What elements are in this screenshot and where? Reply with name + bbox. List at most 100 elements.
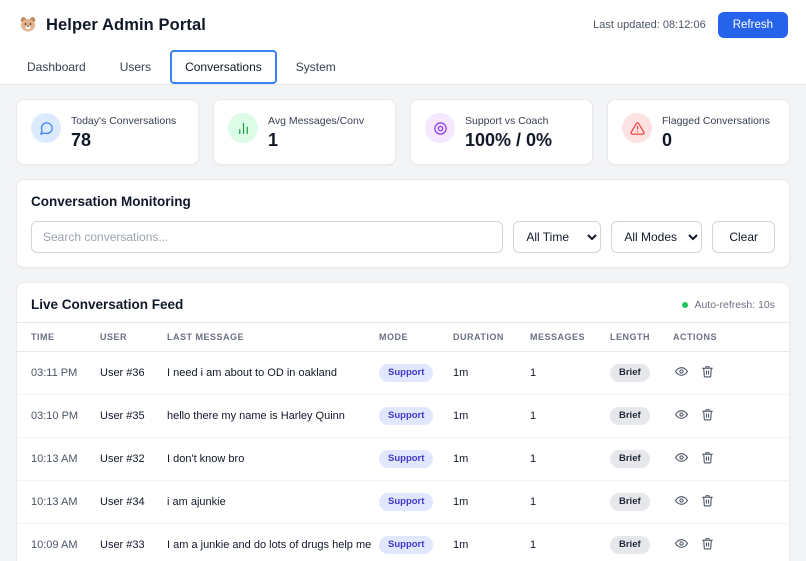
mode-badge: Support [379,364,433,382]
column-header-mode: MODE [371,323,445,352]
delete-conversation-button[interactable] [699,449,716,469]
conversation-monitoring-panel: Conversation Monitoring All Time All Mod… [16,179,790,268]
row-duration: 1m [445,524,522,561]
delete-conversation-button[interactable] [699,363,716,383]
table-header-row: TIME USER LAST MESSAGE MODE DURATION MES… [17,323,789,352]
row-time: 10:13 AM [17,438,92,481]
row-last-message: hello there my name is Harley Quinn [159,395,371,438]
column-header-user: USER [92,323,159,352]
mode-badge: Support [379,536,433,554]
top-bar: Helper Admin Portal Last updated: 08:12:… [0,0,806,48]
main-content: Today's Conversations 78 Avg Messages/Co… [0,85,806,561]
feed-table-body: 03:11 PMUser #36I need i am about to OD … [17,352,789,561]
row-duration: 1m [445,395,522,438]
view-conversation-button[interactable] [673,449,690,469]
length-badge: Brief [610,450,650,468]
view-conversation-button[interactable] [673,492,690,512]
stat-value: 78 [71,130,176,151]
trash-icon [701,365,714,378]
chat-bubble-icon [31,113,61,143]
last-updated-text: Last updated: 08:12:06 [593,19,706,31]
stat-value: 0 [662,130,770,151]
conversation-row: 10:13 AMUser #32I don't know broSupport1… [17,438,789,481]
trash-icon [701,537,714,550]
tab-conversations[interactable]: Conversations [170,50,277,84]
length-badge: Brief [610,364,650,382]
row-user: User #36 [92,352,159,395]
tab-dashboard[interactable]: Dashboard [12,50,101,84]
conversation-row: 03:11 PMUser #36I need i am about to OD … [17,352,789,395]
refresh-button[interactable]: Refresh [718,12,788,38]
eye-icon [675,537,688,550]
column-header-time: TIME [17,323,92,352]
row-last-message: I need i am about to OD in oakland [159,352,371,395]
stat-card-flagged-conversations: Flagged Conversations 0 [607,99,790,165]
stats-row: Today's Conversations 78 Avg Messages/Co… [16,99,790,165]
monitoring-title: Conversation Monitoring [31,194,775,209]
stat-label: Flagged Conversations [662,113,770,127]
mode-filter-select[interactable]: All Modes [611,221,702,253]
brand: Helper Admin Portal [18,14,206,37]
column-header-messages: MESSAGES [522,323,602,352]
row-duration: 1m [445,481,522,524]
stat-card-todays-conversations: Today's Conversations 78 [16,99,199,165]
length-badge: Brief [610,493,650,511]
target-icon [425,113,455,143]
eye-icon [675,365,688,378]
column-header-duration: DURATION [445,323,522,352]
conversation-row: 03:10 PMUser #35hello there my name is H… [17,395,789,438]
delete-conversation-button[interactable] [699,535,716,555]
search-input[interactable] [31,221,503,253]
row-duration: 1m [445,352,522,395]
conversation-row: 10:13 AMUser #34i am ajunkieSupport1m1Br… [17,481,789,524]
stat-value: 1 [268,130,364,151]
auto-refresh-label: Auto-refresh: 10s [694,299,775,311]
stat-label: Support vs Coach [465,113,552,127]
stat-value: 100% / 0% [465,130,552,151]
row-messages: 1 [522,395,602,438]
row-last-message: i am ajunkie [159,481,371,524]
row-duration: 1m [445,438,522,481]
row-time: 10:09 AM [17,524,92,561]
row-messages: 1 [522,352,602,395]
column-header-actions: ACTIONS [665,323,789,352]
row-last-message: I am a junkie and do lots of drugs help … [159,524,371,561]
row-messages: 1 [522,438,602,481]
row-time: 03:10 PM [17,395,92,438]
length-badge: Brief [610,536,650,554]
tab-users[interactable]: Users [105,50,166,84]
auto-refresh-indicator: Auto-refresh: 10s [682,299,775,311]
live-feed-panel: Live Conversation Feed Auto-refresh: 10s… [16,282,790,561]
stat-label: Today's Conversations [71,113,176,127]
row-user: User #33 [92,524,159,561]
hamster-logo-icon [18,14,38,37]
time-range-select[interactable]: All Time [513,221,601,253]
view-conversation-button[interactable] [673,363,690,383]
page-title: Helper Admin Portal [46,16,206,35]
mode-badge: Support [379,407,433,425]
row-user: User #34 [92,481,159,524]
bar-chart-icon [228,113,258,143]
row-user: User #32 [92,438,159,481]
row-time: 03:11 PM [17,352,92,395]
eye-icon [675,451,688,464]
row-user: User #35 [92,395,159,438]
alert-triangle-icon [622,113,652,143]
trash-icon [701,494,714,507]
column-header-length: LENGTH [602,323,665,352]
eye-icon [675,408,688,421]
mode-badge: Support [379,450,433,468]
mode-badge: Support [379,493,433,511]
delete-conversation-button[interactable] [699,492,716,512]
status-dot-icon [682,302,688,308]
delete-conversation-button[interactable] [699,406,716,426]
view-conversation-button[interactable] [673,406,690,426]
feed-title: Live Conversation Feed [31,297,183,312]
row-messages: 1 [522,481,602,524]
conversation-row: 10:09 AMUser #33I am a junkie and do lot… [17,524,789,561]
filters-row: All Time All Modes Clear [31,221,775,253]
column-header-message: LAST MESSAGE [159,323,371,352]
clear-filters-button[interactable]: Clear [712,221,775,253]
view-conversation-button[interactable] [673,535,690,555]
tab-system[interactable]: System [281,50,351,84]
